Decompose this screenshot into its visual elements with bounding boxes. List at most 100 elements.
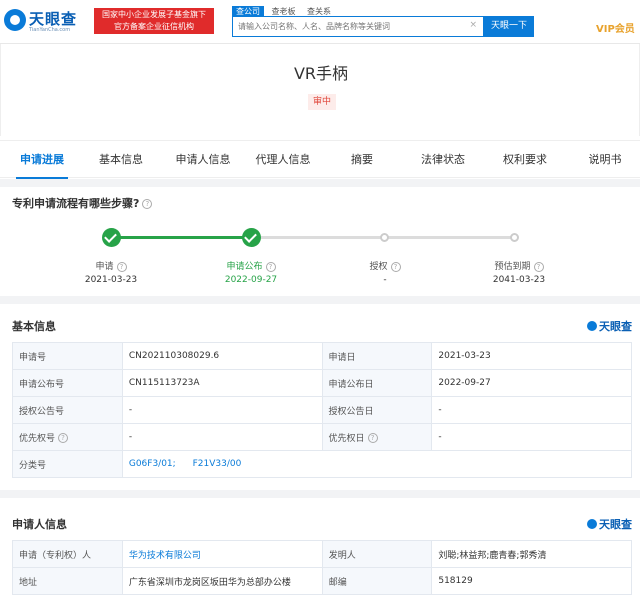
progress-title-text: 专利申请流程有哪些步骤? [12,197,140,210]
table-row: 授权公告号 - 授权公告日 - [12,396,632,424]
official-banner: 国家中小企业发展子基金旗下 官方备案企业征信机构 [94,8,214,34]
table-row: 分类号 G06F3/01; F21V33/00 [12,450,633,478]
banner-line-2: 官方备案企业征信机构 [114,22,194,31]
field-label: 发明人 [321,540,433,568]
field-value: - [121,423,323,451]
classification-codes: G06F3/01; F21V33/00 [121,450,633,478]
status-badge: 审中 [308,94,337,110]
divider [0,296,640,304]
field-label: 授权公告号 [12,396,123,424]
field-value: 2022-09-27 [431,369,632,397]
field-value: - [431,396,632,424]
step-label-expiry: 预估到期? [469,259,569,272]
basic-info-title: 基本信息 [12,320,56,333]
field-value: 2021-03-23 [431,342,632,370]
brand-text: 天眼查 [599,518,632,531]
help-icon[interactable]: ? [58,433,69,443]
postcode-value: 518129 [431,567,632,595]
priority-no-label: 优先权号 [19,433,56,444]
vip-link[interactable]: VIP会员 [596,20,635,35]
step-label-publish: 申请公布? [201,259,301,272]
help-icon[interactable]: ? [390,261,401,272]
clear-icon[interactable]: × [469,20,477,30]
field-label: 申请日 [321,342,433,370]
top-header: 天眼查 TianYanCha.com 国家中小企业发展子基金旗下 官方备案企业征… [0,0,640,44]
tab-applicant-info[interactable]: 申请人信息 [168,141,238,179]
search-box: × [232,16,484,37]
brand-text: 天眼查 [599,320,632,333]
step-2-label: 申请公布 [226,262,263,272]
tab-progress[interactable]: 申请进展 [14,141,70,179]
step-1-check-icon [102,228,121,247]
logo-eye-icon [4,9,26,31]
field-value: - [431,423,632,451]
tab-basic-info[interactable]: 基本信息 [92,141,150,179]
step-3-label: 授权 [369,262,388,272]
brand-watermark: 天眼查 [587,318,632,334]
step-1-date: 2021-03-23 [84,275,138,285]
step-3-dot-icon [380,233,389,242]
step-label-grant: 授权? [335,259,435,272]
field-label: 地址 [12,567,123,595]
help-icon[interactable]: ? [367,433,378,443]
search-input[interactable] [233,17,465,36]
step-2-date: 2022-09-27 [224,275,278,285]
classification-link[interactable]: F21V33/00 [193,459,242,469]
field-value: CN202110308029.6 [121,342,323,370]
step-4-dot-icon [510,233,519,242]
classification-link[interactable]: G06F3/01; [129,459,176,469]
site-logo[interactable]: 天眼查 TianYanCha.com [4,6,88,36]
field-label: 邮编 [321,567,433,595]
step-label-apply: 申请? [61,259,161,272]
page: 天眼查 TianYanCha.com 国家中小企业发展子基金旗下 官方备案企业征… [0,0,640,600]
field-label: 优先权日? [321,423,433,451]
field-label: 授权公告日 [321,396,433,424]
help-icon[interactable]: ? [533,261,544,272]
divider [0,179,640,187]
step-4-label: 预估到期 [494,262,531,272]
step-3-date: - [383,275,387,285]
field-label: 优先权号? [12,423,123,451]
tab-claims[interactable]: 权利要求 [492,141,558,179]
logo-eye-icon [587,519,597,529]
search-type-tabs: 查公司 查老板 查关系 [232,4,335,18]
basic-info-table: 申请号 CN202110308029.6 申请日 2021-03-23 申请公布… [12,342,633,478]
patent-title: VR手柄 [293,64,349,83]
brand-watermark: 天眼查 [587,516,632,532]
step-1-label: 申请 [95,262,114,272]
address-value: 广东省深圳市龙岗区坂田华为总部办公楼 [121,567,323,595]
banner-line-1: 国家中小企业发展子基金旗下 [102,10,206,19]
table-row: 申请（专利权）人 华为技术有限公司 发明人 刘聪;林益邦;鹿青春;郭秀清 [12,540,632,568]
table-row: 申请公布号 CN115113723A 申请公布日 2022-09-27 [12,369,632,397]
logo-text: 天眼查 [29,10,78,28]
search-button[interactable]: 天眼一下 [484,16,534,37]
tab-description[interactable]: 说明书 [578,141,632,179]
field-label: 申请公布号 [12,369,123,397]
applicant-info-table: 申请（专利权）人 华为技术有限公司 发明人 刘聪;林益邦;鹿青春;郭秀清 地址 … [12,540,632,595]
field-label: 申请（专利权）人 [12,540,123,568]
field-value: CN115113723A [121,369,323,397]
field-label: 申请公布日 [321,369,433,397]
inventors-value: 刘聪;林益邦;鹿青春;郭秀清 [431,540,632,568]
table-row: 地址 广东省深圳市龙岗区坂田华为总部办公楼 邮编 518129 [12,567,632,595]
progress-section-title: 专利申请流程有哪些步骤?? [12,195,153,211]
priority-date-label: 优先权日 [328,433,365,444]
field-label: 申请号 [12,342,123,370]
step-2-check-icon [242,228,261,247]
logo-eye-icon [587,321,597,331]
tab-legal-status[interactable]: 法律状态 [410,141,476,179]
help-icon[interactable]: ? [265,261,276,272]
applicant-link[interactable]: 华为技术有限公司 [121,540,323,568]
progress-line-done [111,236,251,239]
tab-abstract[interactable]: 摘要 [340,141,384,179]
tab-agent-info[interactable]: 代理人信息 [248,141,318,179]
divider [0,490,640,498]
help-icon[interactable]: ? [116,261,127,272]
table-row: 优先权号? - 优先权日? - [12,423,632,451]
help-icon[interactable]: ? [142,199,153,209]
patent-header: VR手柄 审中 [0,44,640,136]
table-row: 申请号 CN202110308029.6 申请日 2021-03-23 [12,342,632,370]
logo-domain: TianYanCha.com [29,27,71,33]
step-4-date: 2041-03-23 [492,275,546,285]
section-tabs: 申请进展 基本信息 申请人信息 代理人信息 摘要 法律状态 权利要求 说明书 [0,140,640,179]
